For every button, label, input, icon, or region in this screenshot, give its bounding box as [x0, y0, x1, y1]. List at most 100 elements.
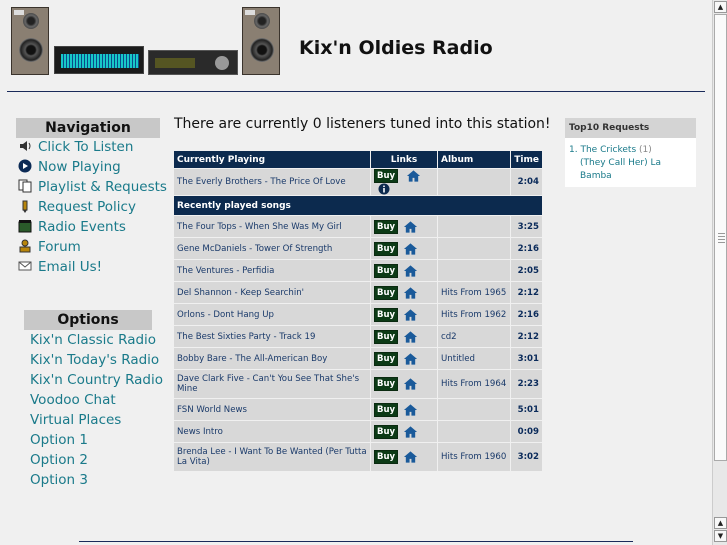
- table-header-row: Currently Playing Links Album Time: [174, 151, 542, 168]
- table-row: Bobby Bare - The All-American Boy Buy Unti…: [174, 348, 542, 369]
- nav-playlist-requests[interactable]: Playlist & Requests: [18, 177, 167, 197]
- buy-button[interactable]: Buy: [374, 285, 399, 300]
- song-album: [438, 238, 510, 259]
- scroll-down-button[interactable]: ▼: [714, 530, 727, 542]
- song-title: Del Shannon - Keep Searchin': [174, 282, 370, 303]
- option-link[interactable]: Kix'n Country Radio: [30, 370, 163, 390]
- song-time: 0:09: [511, 421, 542, 442]
- song-album: [438, 421, 510, 442]
- top10-artist-link[interactable]: The Crickets: [580, 145, 636, 155]
- option-link[interactable]: Option 2: [30, 450, 88, 470]
- home-icon[interactable]: [403, 352, 418, 366]
- nav-label: Request Policy: [38, 199, 136, 215]
- song-album: [438, 260, 510, 281]
- speaker-icon: [20, 141, 31, 151]
- navigation-title: Navigation: [16, 118, 160, 138]
- song-time: 3:02: [511, 443, 542, 471]
- nav-label: Radio Events: [38, 219, 126, 235]
- option-link[interactable]: Virtual Places: [30, 410, 121, 430]
- nav-now-playing[interactable]: Now Playing: [18, 157, 121, 177]
- song-album: Hits From 1962: [438, 304, 510, 325]
- home-icon[interactable]: [403, 220, 418, 234]
- home-icon[interactable]: [403, 403, 418, 417]
- song-title: FSN World News: [174, 399, 370, 420]
- option-link[interactable]: Kix'n Today's Radio: [30, 350, 159, 370]
- song-title: The Best Sixties Party - Track 19: [174, 326, 370, 347]
- recent-header-row: Recently played songs: [174, 196, 542, 215]
- site-header: Kix'n Oldies Radio: [0, 0, 712, 92]
- scroll-up-button-lower[interactable]: ▲: [714, 517, 727, 529]
- song-time: 2:12: [511, 282, 542, 303]
- header-album: Album: [438, 151, 510, 168]
- song-title: The Everly Brothers - The Price Of Love: [174, 169, 370, 195]
- top10-title: Top10 Requests: [565, 118, 696, 138]
- info-icon[interactable]: [378, 183, 390, 195]
- home-icon[interactable]: [403, 377, 418, 391]
- buy-button[interactable]: Buy: [374, 402, 399, 417]
- song-title: The Four Tops - When She Was My Girl: [174, 216, 370, 237]
- nav-email-us[interactable]: Email Us!: [18, 257, 102, 277]
- song-title: Bobby Bare - The All-American Boy: [174, 348, 370, 369]
- envelope-icon: [18, 261, 32, 271]
- buy-button[interactable]: Buy: [374, 351, 399, 366]
- nav-request-policy[interactable]: Request Policy: [18, 197, 136, 217]
- top10-count: (1): [639, 145, 652, 155]
- song-album: [438, 216, 510, 237]
- home-icon[interactable]: [406, 169, 421, 183]
- copy-pages-icon: [18, 179, 32, 193]
- buy-button[interactable]: Buy: [374, 450, 399, 464]
- scroll-thumb[interactable]: [714, 14, 727, 461]
- vertical-scrollbar[interactable]: ▲ ▲ ▼: [712, 0, 727, 545]
- table-row: Dave Clark Five - Can't You See That She…: [174, 370, 542, 398]
- song-title: Dave Clark Five - Can't You See That She…: [174, 370, 370, 398]
- song-time: 3:25: [511, 216, 542, 237]
- buy-button[interactable]: Buy: [374, 219, 399, 234]
- buy-button[interactable]: Buy: [374, 307, 399, 322]
- table-row: Orlons - Dont Hang Up Buy Hits From 1962 2:…: [174, 304, 542, 325]
- buy-button[interactable]: Buy: [374, 329, 399, 344]
- song-album: Hits From 1960: [438, 443, 510, 471]
- home-icon[interactable]: [403, 450, 418, 464]
- home-icon[interactable]: [403, 286, 418, 300]
- song-time: 2:23: [511, 370, 542, 398]
- buy-button[interactable]: Buy: [374, 241, 399, 256]
- people-icon: [19, 239, 31, 253]
- nav-click-to-listen[interactable]: Click To Listen: [18, 137, 133, 157]
- home-icon[interactable]: [403, 308, 418, 322]
- calendar-icon: [18, 220, 32, 233]
- top10-song-link[interactable]: (They Call Her) La Bamba: [580, 158, 661, 181]
- play-circle-icon: [18, 159, 32, 173]
- option-link[interactable]: Kix'n Classic Radio: [30, 330, 156, 350]
- buy-button[interactable]: Buy: [374, 169, 399, 183]
- buy-button[interactable]: Buy: [374, 424, 399, 439]
- song-time: 3:01: [511, 348, 542, 369]
- song-title: The Ventures - Perfidia: [174, 260, 370, 281]
- speaker-image-right: [242, 7, 280, 75]
- option-link[interactable]: Option 3: [30, 470, 88, 490]
- song-time: 2:16: [511, 304, 542, 325]
- home-icon[interactable]: [403, 330, 418, 344]
- option-link[interactable]: Voodoo Chat: [30, 390, 116, 410]
- song-time: 2:05: [511, 260, 542, 281]
- nav-forum[interactable]: Forum: [18, 237, 81, 257]
- table-row: The Best Sixties Party - Track 19 Buy cd2 2…: [174, 326, 542, 347]
- buy-button[interactable]: Buy: [374, 377, 399, 391]
- listeners-status: There are currently 0 listeners tuned in…: [174, 116, 551, 132]
- scroll-up-button[interactable]: ▲: [714, 1, 727, 13]
- top10-item: 1. The Crickets (1): [569, 144, 692, 157]
- header-divider: [7, 91, 705, 92]
- top10-rank: 1.: [569, 145, 578, 155]
- song-time: 2:04: [511, 169, 542, 195]
- song-title: Brenda Lee - I Want To Be Wanted (Per Tu…: [174, 443, 370, 471]
- option-link[interactable]: Option 1: [30, 430, 88, 450]
- nav-label: Email Us!: [38, 259, 103, 275]
- song-album: Untitled: [438, 348, 510, 369]
- recent-label: Recently played songs: [174, 196, 542, 215]
- home-icon[interactable]: [403, 242, 418, 256]
- song-album: [438, 169, 510, 195]
- buy-button[interactable]: Buy: [374, 263, 399, 278]
- home-icon[interactable]: [403, 425, 418, 439]
- song-title: Gene McDaniels - Tower Of Strength: [174, 238, 370, 259]
- home-icon[interactable]: [403, 264, 418, 278]
- nav-radio-events[interactable]: Radio Events: [18, 217, 126, 237]
